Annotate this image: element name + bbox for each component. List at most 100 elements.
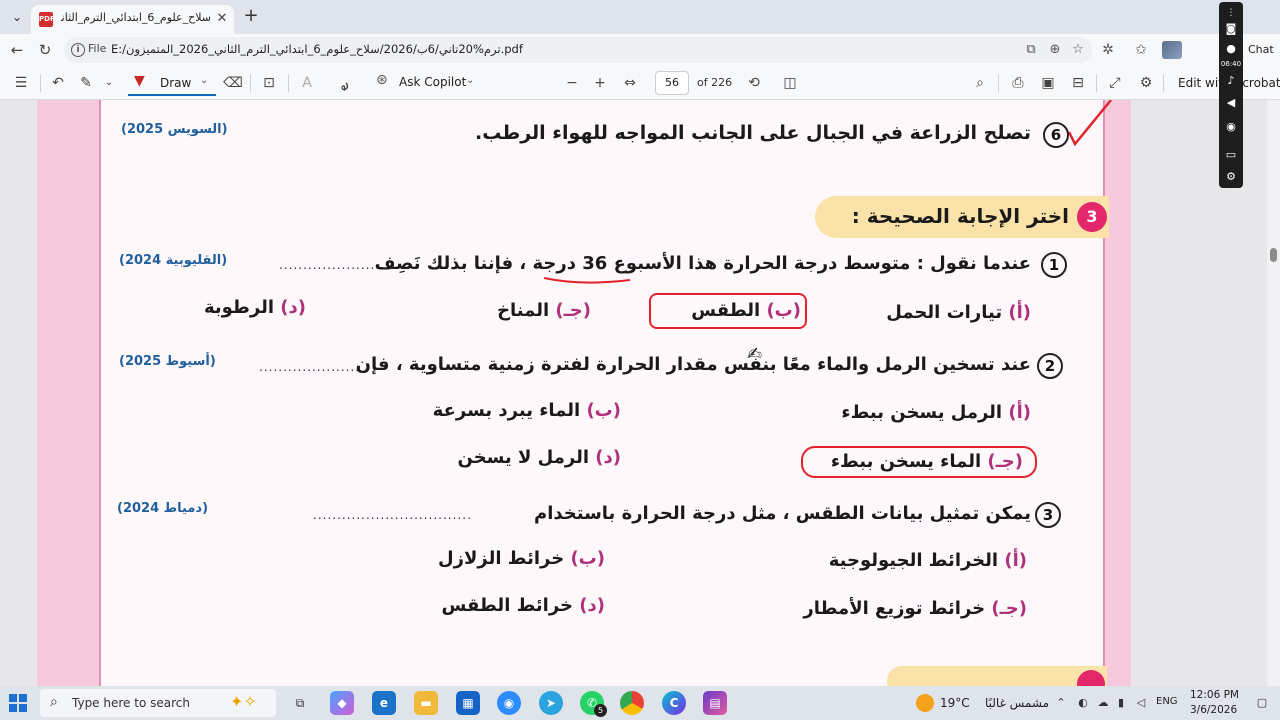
question-number: 1 xyxy=(1041,252,1067,278)
undo-icon[interactable]: ↶ xyxy=(47,72,69,94)
battery-icon[interactable]: ▮ xyxy=(1113,695,1129,711)
read-aloud-icon[interactable]: ࢪ xyxy=(334,72,356,94)
source-tag: (دمياط 2024) xyxy=(117,501,209,516)
file-explorer-icon[interactable]: ▬ xyxy=(414,691,438,715)
option-letter: (ب) xyxy=(570,548,605,569)
option-letter: (أ) xyxy=(1004,550,1027,571)
record-icon[interactable]: ● xyxy=(1222,40,1240,58)
settings-gear-icon[interactable]: ⚙ xyxy=(1135,72,1157,94)
tray-app-icon[interactable]: ◐ xyxy=(1075,695,1091,711)
tray-chevron-up-icon[interactable]: ⌃ xyxy=(1053,695,1069,711)
vertical-scrollbar[interactable] xyxy=(1267,100,1280,686)
edge-browser-icon[interactable]: e xyxy=(372,691,396,715)
pdf-viewer[interactable]: 6 تصلح الزراعة في الجبال على الجانب المو… xyxy=(0,100,1267,686)
speaker-icon[interactable]: ◀ xyxy=(1222,94,1240,112)
save-as-icon[interactable]: ⊟ xyxy=(1067,72,1089,94)
translate-icon[interactable]: ⧉ xyxy=(1022,41,1040,59)
notifications-icon[interactable]: ▢ xyxy=(1254,695,1270,711)
chrome-icon[interactable] xyxy=(620,691,644,715)
address-bar[interactable]: i File E:/ترم%20تاني/6ب/2026/سلاح_علوم_6… xyxy=(64,37,1092,63)
favorites-icon[interactable]: ✩ xyxy=(1130,39,1152,61)
fullscreen-icon[interactable]: ⤢ xyxy=(1104,72,1126,94)
contents-menu-icon[interactable]: ☰ xyxy=(10,72,32,94)
refresh-icon[interactable]: ↻ xyxy=(34,39,56,61)
weather-temperature[interactable]: 19°C xyxy=(940,696,970,710)
canva-icon[interactable]: C xyxy=(662,691,686,715)
option-text: المناخ xyxy=(497,300,550,321)
eraser-icon[interactable]: ⌫ xyxy=(222,72,244,94)
favorite-star-icon[interactable]: ☆ xyxy=(1069,41,1087,59)
telegram-icon[interactable]: ➤ xyxy=(539,691,563,715)
volume-icon[interactable]: ◁ xyxy=(1133,695,1149,711)
onedrive-cloud-icon[interactable]: ☁ xyxy=(1095,695,1111,711)
option-text: الرطوبة xyxy=(203,297,275,318)
info-icon[interactable]: i xyxy=(71,43,85,57)
page-total: of 226 xyxy=(697,76,733,89)
draw-button[interactable]: ▼ Draw ⌄ xyxy=(128,70,216,96)
option: (د) الرطوبة xyxy=(204,297,306,318)
option: (أ) الرمل يسخن ببطء xyxy=(841,402,1031,423)
store-icon[interactable]: ▦ xyxy=(456,691,480,715)
chat-button[interactable]: Chat xyxy=(1248,43,1274,56)
rotate-icon[interactable]: ⟲ xyxy=(743,72,765,94)
windows-start-icon[interactable] xyxy=(9,694,27,712)
extensions-icon[interactable]: ✲ xyxy=(1097,39,1119,61)
copilot-sparkle-icon: ✦✧ xyxy=(230,692,257,711)
save-icon[interactable]: ▣ xyxy=(1037,72,1059,94)
option: (ب) الطقس xyxy=(691,300,801,321)
clock-date[interactable]: 3/6/2026 xyxy=(1190,704,1237,716)
page-view-icon[interactable]: ◫ xyxy=(779,72,801,94)
taskbar-search-input[interactable]: ⌕ Type here to search ✦✧ xyxy=(40,689,276,717)
section-title: اختر الإجابة الصحيحة : xyxy=(851,204,1069,228)
input-language[interactable]: ENG xyxy=(1156,696,1178,707)
option: (أ) الخرائط الجيولوجية xyxy=(829,550,1027,571)
print-icon[interactable]: ⎙ xyxy=(1007,72,1029,94)
source-tag: (القليوبية 2024) xyxy=(119,253,228,268)
option-text: الماء يسخن ببطء xyxy=(830,451,982,472)
recorder-settings-gear-icon[interactable]: ⚙ xyxy=(1222,168,1240,186)
navigation-bar: ← ↻ i File E:/ترم%20تاني/6ب/2026/سلاح_عل… xyxy=(0,34,1280,66)
option: (ب) الماء يبرد بسرعة xyxy=(433,400,621,421)
zoom-app-icon[interactable]: ◉ xyxy=(497,691,521,715)
toolbar-divider xyxy=(1163,74,1164,92)
question-number: 3 xyxy=(1035,502,1061,528)
ask-copilot-button[interactable]: ⊛ Ask Copilot ⌄ xyxy=(376,72,476,94)
webcam-icon[interactable]: ◉ xyxy=(1222,118,1240,136)
search-icon[interactable]: ⌕ xyxy=(969,72,991,94)
file-scheme-label: File xyxy=(88,42,107,55)
tab-close-icon[interactable]: ✕ xyxy=(213,10,231,28)
microphone-icon[interactable]: ♪ xyxy=(1222,72,1240,90)
option-letter: (ب) xyxy=(766,300,801,321)
page-number-input[interactable]: 56 xyxy=(655,71,689,95)
copilot-app-icon[interactable]: ◆ xyxy=(330,691,354,715)
url-text[interactable]: E:/ترم%20تاني/6ب/2026/سلاح_علوم_6_ابتدائ… xyxy=(111,42,523,56)
window-icon[interactable]: ▭ xyxy=(1222,146,1240,164)
highlight-chevron-down-icon[interactable]: ⌄ xyxy=(98,72,120,94)
browser-tab[interactable]: PDF سلاح_علوم_6_ابتدائي_الترم_الثاني_6..… xyxy=(31,5,234,34)
new-tab-button[interactable]: + xyxy=(240,6,262,28)
whatsapp-badge: 5 xyxy=(594,704,607,717)
camera-icon[interactable]: ◙ xyxy=(1222,20,1240,38)
toolbar-divider xyxy=(1096,74,1097,92)
weather-sun-icon[interactable] xyxy=(916,694,934,712)
zoom-icon[interactable]: ⊕ xyxy=(1046,41,1064,59)
clock-time[interactable]: 12:06 PM xyxy=(1190,689,1239,701)
scrollbar-thumb[interactable] xyxy=(1270,248,1277,262)
option-text: خرائط توزيع الأمطار xyxy=(803,598,986,619)
weather-description[interactable]: مشمس غالبًا xyxy=(985,696,1049,710)
fit-page-icon[interactable]: ⇔ xyxy=(619,72,641,94)
option: (جـ) المناخ xyxy=(497,300,591,321)
profile-avatar[interactable] xyxy=(1162,41,1182,59)
task-view-icon[interactable]: ⧉ xyxy=(288,691,312,715)
zoom-in-icon[interactable]: + xyxy=(589,72,611,94)
text-box-icon[interactable]: ⊡ xyxy=(258,72,280,94)
zoom-out-icon[interactable]: − xyxy=(561,72,583,94)
text-size-icon[interactable]: A xyxy=(296,72,318,94)
back-arrow-icon[interactable]: ← xyxy=(6,39,28,61)
highlight-icon[interactable]: ✎ xyxy=(75,72,97,94)
option: (جـ) الماء يسخن ببطء xyxy=(831,451,1023,472)
toolbar-divider xyxy=(40,74,41,92)
tab-list-chevron-icon[interactable]: ⌄ xyxy=(6,7,28,27)
clipchamp-icon[interactable]: ▤ xyxy=(703,691,727,715)
windows-taskbar: ⌕ Type here to search ✦✧ ⧉ ◆ e ▬ ▦ ◉ ➤ ✆… xyxy=(0,686,1280,720)
